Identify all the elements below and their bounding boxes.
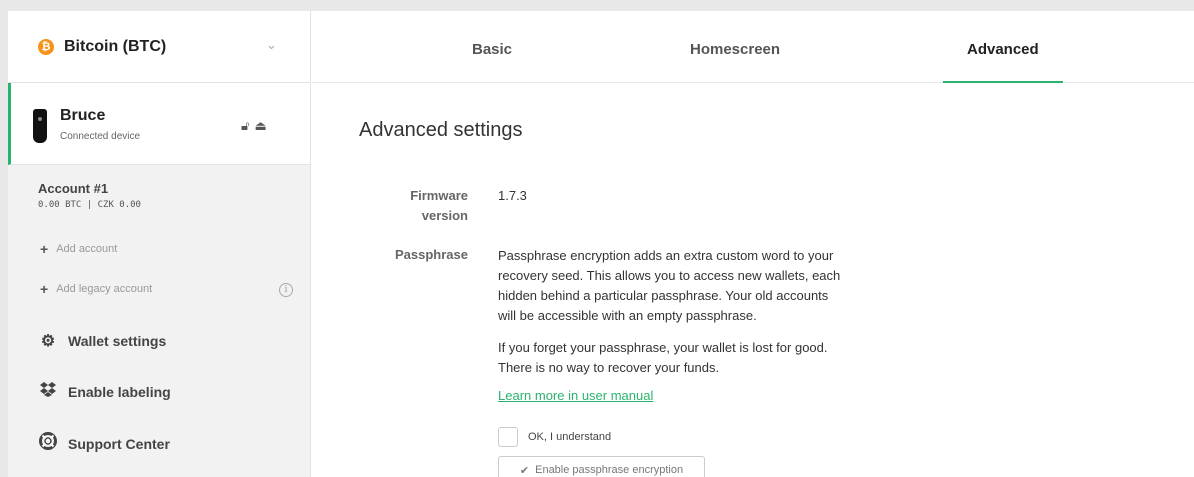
add-legacy-account-button[interactable]: + Add legacy account (40, 281, 152, 297)
device-name: Bruce (60, 107, 106, 124)
tab-homescreen[interactable]: Homescreen (690, 41, 780, 58)
support-center-label: Support Center (68, 435, 170, 452)
gear-icon: ⚙ (40, 333, 56, 350)
firmware-label-line1: Firmware (410, 188, 468, 203)
add-account-button[interactable]: + Add account (40, 241, 117, 257)
passphrase-desc-line: recovery seed. This allows you to access… (498, 268, 841, 283)
passphrase-description: Passphrase encryption adds an extra cust… (498, 246, 898, 326)
device-status: Connected device (60, 131, 141, 142)
firmware-label: Firmware version (388, 186, 468, 226)
active-tab-indicator (943, 81, 1063, 83)
device-card[interactable]: Bruce Connected device 🔓︎⏏ (8, 83, 310, 165)
lifebuoy-icon (38, 432, 58, 455)
app-window: ₿ Bitcoin (BTC) ⌄ Bruce Connected device… (8, 11, 1194, 477)
passphrase-warning: If you forget your passphrase, your wall… (498, 338, 898, 378)
enable-passphrase-label: Enable passphrase encryption (535, 464, 684, 476)
understand-checkbox-row[interactable]: OK, I understand (498, 427, 611, 447)
understand-checkbox[interactable] (498, 427, 518, 447)
passphrase-desc-line: hidden behind a particular passphrase. Y… (498, 288, 829, 303)
support-center-item[interactable]: Support Center (38, 432, 170, 455)
plus-icon: + (40, 281, 49, 297)
wallet-settings-label: Wallet settings (68, 333, 167, 349)
passphrase-desc-line: Passphrase encryption adds an extra cust… (498, 248, 834, 263)
checkmark-icon: ✔ (519, 464, 530, 477)
passphrase-label: Passphrase (395, 247, 468, 262)
account-item[interactable]: Account #1 0.00 BTC | CZK 0.00 (8, 165, 310, 211)
dropbox-icon (38, 381, 58, 402)
learn-more-link[interactable]: Learn more in user manual (498, 388, 653, 403)
sidebar: ₿ Bitcoin (BTC) ⌄ Bruce Connected device… (8, 11, 311, 477)
warning-line: There is no way to recover your funds. (498, 360, 720, 375)
settings-tabs: Basic Homescreen Advanced (312, 11, 1194, 83)
plus-icon: + (40, 241, 49, 257)
firmware-label-line2: version (421, 208, 468, 223)
enable-labeling-label: Enable labeling (68, 383, 171, 400)
account-balance: 0.00 BTC | CZK 0.00 (38, 200, 141, 210)
page-title: Advanced settings (359, 119, 523, 141)
coin-selector[interactable]: ₿ Bitcoin (BTC) ⌄ (8, 11, 310, 83)
device-icon (33, 109, 47, 143)
account-name: Account #1 (38, 181, 109, 196)
add-legacy-account-label: Add legacy account (56, 283, 153, 295)
understand-label: OK, I understand (528, 431, 612, 443)
warning-line: If you forget your passphrase, your wall… (498, 340, 828, 355)
passphrase-desc-line: will be accessible with an empty passphr… (498, 308, 757, 323)
unlock-icon[interactable]: 🔓︎ (241, 118, 254, 133)
bitcoin-icon: ₿ (38, 38, 54, 55)
enable-passphrase-button[interactable]: ✔ Enable passphrase encryption (498, 456, 705, 477)
wallet-settings-item[interactable]: ⚙ Wallet settings (38, 331, 166, 351)
add-account-label: Add account (56, 243, 118, 255)
tab-basic[interactable]: Basic (472, 41, 512, 58)
firmware-value: 1.7.3 (498, 188, 527, 203)
info-icon[interactable]: i (279, 283, 293, 297)
device-actions: 🔓︎⏏ (241, 118, 272, 134)
tab-advanced[interactable]: Advanced (967, 41, 1039, 58)
coin-label: Bitcoin (BTC) (64, 37, 167, 55)
enable-labeling-item[interactable]: Enable labeling (38, 381, 171, 402)
chevron-down-icon[interactable]: ⌄ (266, 37, 277, 53)
eject-icon[interactable]: ⏏ (254, 118, 271, 133)
